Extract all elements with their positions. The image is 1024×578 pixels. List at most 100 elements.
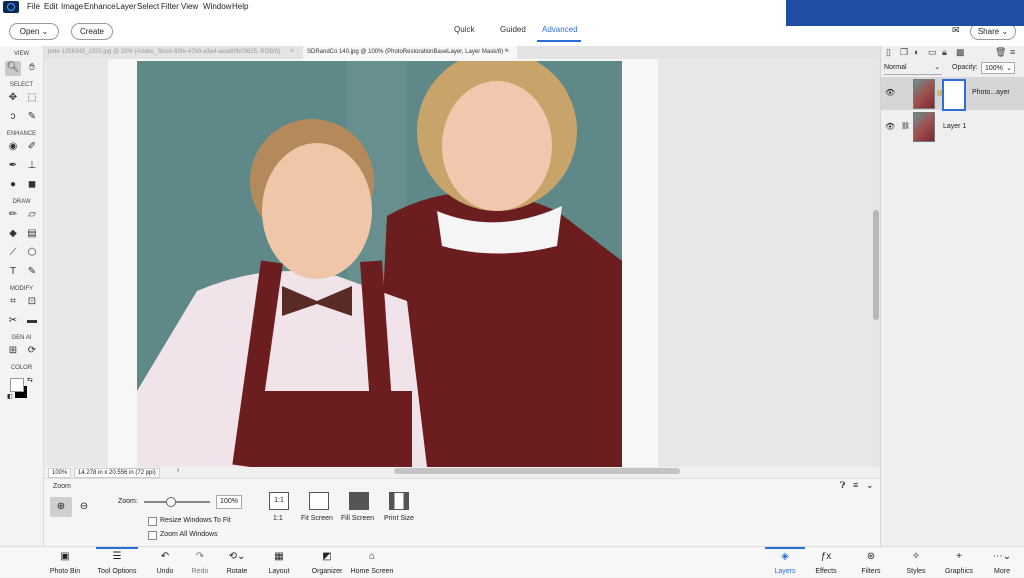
undo-button[interactable]: ↶ Undo	[152, 551, 178, 575]
effects-panel-button[interactable]: ƒx Effects	[810, 551, 842, 575]
layout-button[interactable]: ▦ Layout	[265, 551, 293, 575]
zoom-slider[interactable]	[144, 501, 210, 503]
hand-tool-icon[interactable]: ✋︎	[25, 62, 39, 74]
tab-advanced[interactable]: Advanced	[542, 25, 578, 34]
gradient-tool-icon[interactable]: ▤	[25, 228, 39, 240]
lock-icon[interactable]: 🔒︎	[942, 47, 947, 58]
menu-window[interactable]: Window	[203, 2, 231, 11]
blur-tool-icon[interactable]: ●	[6, 179, 20, 191]
eyedropper-icon[interactable]: ⟋	[6, 247, 20, 259]
zoom-tool-icon[interactable]: 🔍︎	[6, 62, 20, 74]
photo-image[interactable]	[137, 61, 622, 467]
content-aware-move-icon[interactable]: ✂	[6, 315, 20, 327]
redo-icon: ↷	[195, 551, 205, 562]
menu-select[interactable]: Select	[137, 2, 159, 11]
fit-screen-button[interactable]	[309, 492, 329, 510]
recompose-tool-icon[interactable]: ⊡	[25, 296, 39, 308]
smart-brush-icon[interactable]: ✒	[6, 160, 20, 172]
clone-stamp-icon[interactable]: ⊥	[25, 160, 39, 172]
zoom-slider-handle[interactable]	[166, 497, 176, 507]
trash-icon[interactable]: 🗑︎	[995, 47, 1006, 58]
paint-bucket-icon[interactable]: ◆	[6, 228, 20, 240]
layer-name[interactable]: Layer 1	[943, 123, 966, 130]
menu-icon[interactable]: ≡	[853, 480, 858, 490]
visibility-eye-icon[interactable]: 👁︎	[885, 122, 895, 131]
redo-button[interactable]: ↷ Redo	[187, 551, 213, 575]
chevron-right-icon[interactable]: ›	[177, 467, 179, 474]
type-tool-icon[interactable]: T	[6, 266, 20, 278]
menu-image[interactable]: Image	[61, 2, 83, 11]
generative-remove-icon[interactable]: ⟳	[25, 345, 39, 357]
menu-file[interactable]: File	[27, 2, 40, 11]
photo-bin-button[interactable]: ▣ Photo Bin	[48, 551, 82, 575]
healing-brush-icon[interactable]: ✐	[25, 141, 39, 153]
blend-mode-select[interactable]: Normal ⌄	[884, 62, 942, 75]
chevron-down-icon[interactable]: ⌄	[866, 480, 874, 491]
help-icon[interactable]: ❓︎	[840, 480, 845, 491]
app-logo-icon[interactable]	[3, 1, 19, 13]
opacity-input[interactable]: 100% ⌄	[981, 62, 1015, 74]
menu-help[interactable]: Help	[232, 2, 248, 11]
menu-view[interactable]: View	[181, 2, 198, 11]
quick-selection-icon[interactable]: ✎	[25, 111, 39, 123]
zoom-readout[interactable]: 100%	[48, 468, 72, 478]
layer-mask-thumbnail[interactable]	[942, 79, 966, 111]
tab-quick[interactable]: Quick	[454, 25, 474, 34]
menu-edit[interactable]: Edit	[44, 2, 58, 11]
horizontal-scrollbar-thumb[interactable]	[394, 468, 680, 474]
foreground-color-swatch[interactable]	[10, 378, 24, 392]
move-tool-icon[interactable]: ✥	[6, 92, 20, 104]
red-eye-tool-icon[interactable]: ◉	[6, 141, 20, 153]
lock-transparency-icon[interactable]: ▩	[956, 47, 965, 58]
new-layer-icon[interactable]: ▯	[886, 47, 891, 58]
lasso-tool-icon[interactable]: ↄ	[6, 111, 20, 123]
sponge-tool-icon[interactable]: ◼	[25, 179, 39, 191]
straighten-tool-icon[interactable]: ▬	[25, 315, 39, 327]
brush-tool-icon[interactable]: ✏	[6, 209, 20, 221]
create-button[interactable]: Create	[71, 23, 113, 40]
layer-name[interactable]: Photo...ayer	[972, 89, 1010, 96]
open-button[interactable]: Open ⌄	[9, 23, 59, 40]
menu-layer[interactable]: Layer	[116, 2, 136, 11]
home-screen-button[interactable]: ⌂ Home Screen	[350, 551, 394, 575]
graphics-panel-button[interactable]: + Graphics	[941, 551, 977, 575]
print-size-button[interactable]	[389, 492, 409, 510]
panel-menu-icon[interactable]: ≡	[1010, 47, 1015, 57]
link-icon[interactable]: ⛓︎	[901, 122, 910, 130]
resize-windows-checkbox[interactable]	[148, 517, 157, 526]
tab-guided[interactable]: Guided	[500, 25, 526, 34]
zoom-all-windows-checkbox[interactable]	[148, 531, 157, 540]
zoom-value-input[interactable]: 100%	[216, 495, 242, 509]
new-group-icon[interactable]: ❐	[900, 47, 908, 58]
generative-fill-icon[interactable]: ⊞	[6, 345, 20, 357]
document-tab-2[interactable]: SDRandCo 140.jpg @ 100% (PhotoRestoratio…	[303, 46, 517, 59]
close-tab-icon[interactable]: ×	[290, 48, 294, 55]
layers-panel-button[interactable]: ◈ Layers	[765, 551, 805, 575]
visibility-eye-icon[interactable]: 👁︎	[885, 88, 895, 97]
close-tab-icon[interactable]: ×	[505, 48, 509, 55]
pencil-tool-icon[interactable]: ✎	[25, 266, 39, 278]
menu-enhance[interactable]: Enhance	[84, 2, 116, 11]
message-icon[interactable]: ✉	[952, 25, 960, 36]
swap-colors-icon[interactable]: ⇆	[27, 376, 33, 384]
adjustment-layer-icon[interactable]: ◐	[914, 47, 919, 57]
layer-mask-icon[interactable]: ▭	[928, 47, 937, 58]
styles-panel-button[interactable]: ✧ Styles	[900, 551, 932, 575]
zoom-in-icon[interactable]: ⊕	[50, 497, 72, 517]
filters-panel-button[interactable]: ⊛ Filters	[855, 551, 887, 575]
actual-pixels-button[interactable]: 1:1	[269, 492, 289, 510]
fill-screen-button[interactable]	[349, 492, 369, 510]
marquee-tool-icon[interactable]: ⬚	[25, 92, 39, 104]
vertical-scrollbar-thumb[interactable]	[873, 210, 879, 320]
document-tab-1[interactable]: pete-1356345_1920.jpg @ 33% (Adobe_Stock…	[44, 46, 300, 59]
eraser-tool-icon[interactable]: ▱	[25, 209, 39, 221]
menu-filter[interactable]: Filter	[161, 2, 179, 11]
custom-shape-icon[interactable]: ⬡	[25, 247, 39, 259]
rotate-button[interactable]: ⟲⌄ Rotate	[223, 551, 251, 575]
crop-tool-icon[interactable]: ⌗	[6, 296, 20, 308]
organizer-button[interactable]: ◩ Organizer	[310, 551, 344, 575]
default-colors-icon[interactable]: ◧	[7, 393, 13, 400]
tool-options-button[interactable]: ☰ Tool Options	[96, 551, 138, 575]
more-button[interactable]: ⋯⌄ More	[988, 551, 1016, 575]
zoom-out-icon[interactable]: ⊖	[76, 497, 92, 517]
